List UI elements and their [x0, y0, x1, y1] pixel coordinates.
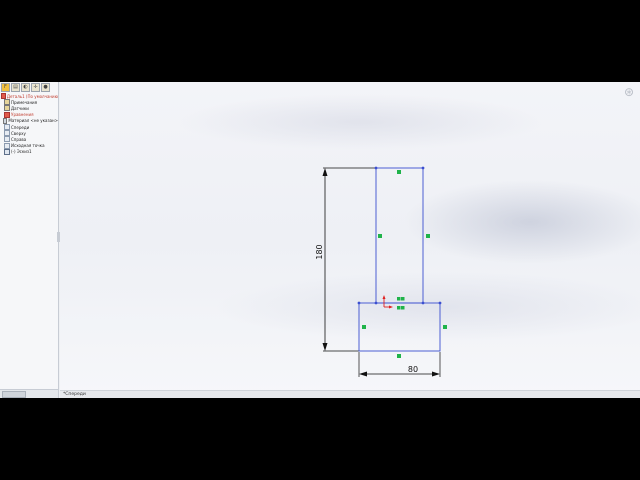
dimxpert-tab-icon[interactable]: ✛: [31, 83, 40, 92]
sketch-icon: [4, 148, 10, 155]
tree-item-part[interactable]: Деталь1 (По умолчанию: [1, 93, 58, 100]
vertex-point[interactable]: [421, 301, 425, 305]
dimension-height-text[interactable]: 180: [315, 244, 324, 259]
scrollbar-thumb[interactable]: [2, 391, 26, 398]
tree-item-label: Сверху: [11, 130, 26, 136]
plane-icon: [4, 130, 10, 137]
dim-arrow-down: [322, 343, 328, 351]
vertical-relation-handle[interactable]: [362, 325, 366, 329]
relation-handles: [362, 170, 447, 358]
horizontal-relation-handle[interactable]: [397, 354, 401, 358]
configuration-manager-tab-icon[interactable]: ◐: [21, 83, 30, 92]
tree-item-label: Справа: [11, 136, 27, 142]
relation-handle[interactable]: [397, 297, 401, 301]
tree-item-label: Уравнения: [11, 112, 34, 118]
status-text: *Спереди: [63, 392, 86, 397]
horizontal-relation-handle[interactable]: [397, 170, 401, 174]
plane-icon: [4, 136, 10, 143]
tree-item-label: Материал <не указан>: [8, 118, 58, 124]
vertical-relation-handle[interactable]: [378, 234, 382, 238]
plane-icon: [4, 124, 10, 131]
vertex-point[interactable]: [374, 301, 378, 305]
tree-item-label: (-) Эскиз1: [11, 149, 32, 155]
tree-item-material[interactable]: Материал <не указан>: [1, 117, 58, 124]
feature-manager-tab-icon[interactable]: F: [1, 83, 10, 92]
origin-icon: [4, 142, 10, 149]
feature-manager-toolbar: F ▤ ◐ ✛ ●: [0, 82, 58, 92]
vertex-point[interactable]: [357, 301, 361, 305]
solidworks-window: F ▤ ◐ ✛ ● Деталь1 (По умолчанию Примечан…: [0, 82, 640, 398]
vertex-point[interactable]: [421, 166, 425, 170]
tree-item-label: Спереди: [11, 124, 30, 130]
tree-item-sketch1[interactable]: (-) Эскиз1: [1, 148, 58, 155]
material-icon: [2, 117, 8, 124]
dim-arrow-right: [432, 371, 440, 377]
vertical-relation-handle[interactable]: [443, 325, 447, 329]
dim-arrow-up: [322, 168, 328, 176]
relation-handle[interactable]: [401, 306, 405, 310]
panel-horizontal-scrollbar[interactable]: [0, 389, 58, 398]
sketch-rectangle-vertical[interactable]: [375, 167, 424, 304]
feature-manager-panel: F ▤ ◐ ✛ ● Деталь1 (По умолчанию Примечан…: [0, 82, 59, 398]
tree-item-label: Деталь1 (По умолчанию: [6, 93, 58, 99]
relation-handle[interactable]: [401, 297, 405, 301]
dim-arrow-left: [359, 371, 367, 377]
equations-icon: [4, 111, 10, 118]
vertex-point[interactable]: [438, 301, 442, 305]
dimension-width-text[interactable]: 80: [408, 365, 418, 374]
graphics-viewport[interactable]: ⊛ 180 80: [60, 82, 640, 398]
relation-handle[interactable]: [397, 306, 401, 310]
status-bar: *Спереди: [60, 390, 640, 398]
tree-item-label: Исходная точка: [11, 143, 45, 149]
feature-tree: Деталь1 (По умолчанию Примечания Датчики…: [0, 92, 58, 155]
sketch-rectangle-base[interactable]: [358, 302, 441, 352]
tree-item-label: Примечания: [11, 99, 38, 105]
origin-marker-icon: [382, 295, 393, 309]
property-manager-tab-icon[interactable]: ▤: [11, 83, 20, 92]
part-icon: [1, 93, 6, 100]
sketch-canvas[interactable]: 180 80: [60, 82, 640, 398]
vertical-relation-handle[interactable]: [426, 234, 430, 238]
vertex-point[interactable]: [374, 166, 378, 170]
sensors-icon: [4, 105, 10, 112]
tree-item-label: Датчики: [11, 105, 29, 111]
display-manager-tab-icon[interactable]: ●: [41, 83, 50, 92]
annotations-icon: [4, 99, 10, 106]
